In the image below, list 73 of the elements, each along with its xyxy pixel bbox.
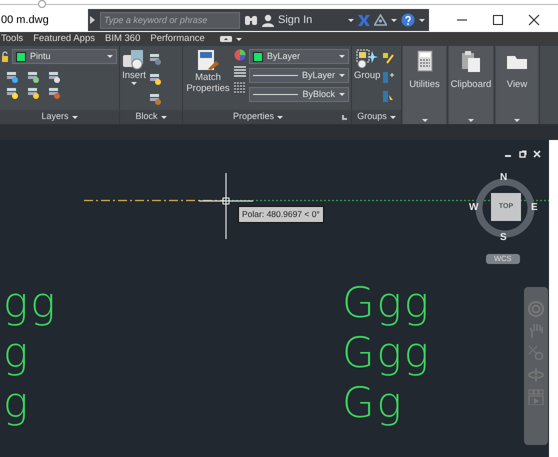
insert-block-icon	[122, 49, 146, 71]
sign-in-link[interactable]: Sign In	[278, 12, 312, 28]
selection-handle-icon	[37, 0, 47, 8]
ribbon-panel-button[interactable]: Utilities	[403, 46, 446, 124]
caret-icon	[468, 119, 474, 122]
block-edit-icon[interactable]	[149, 53, 162, 65]
user-icon[interactable]	[262, 14, 274, 26]
drawing-text: Gg	[342, 382, 404, 424]
color-value: ByLayer	[267, 50, 300, 63]
caret-icon[interactable]	[339, 55, 345, 58]
help-icon[interactable]	[401, 13, 415, 27]
lineweight-value: ByBlock	[302, 88, 335, 101]
color-wheel-icon	[234, 49, 246, 61]
binoculars-icon[interactable]	[244, 14, 258, 26]
match-properties-button[interactable]: Match Properties	[185, 49, 231, 107]
clipboard-icon	[460, 50, 482, 72]
caret-icon	[422, 119, 428, 122]
caret-icon[interactable]	[107, 55, 113, 58]
caret-icon[interactable]	[72, 116, 78, 118]
layer-stack-icon[interactable]	[48, 87, 61, 99]
ribbon-tab[interactable]: Tools	[0, 32, 32, 46]
layer-stack-icon[interactable]	[48, 71, 61, 83]
compass-label: N	[500, 171, 508, 185]
linetype-value: ByLayer	[302, 68, 335, 82]
drawing-text: g	[3, 332, 30, 374]
insert-button[interactable]: Insert	[122, 49, 146, 107]
compass-label: S	[500, 231, 507, 245]
restore-icon[interactable]	[519, 150, 527, 158]
caret-icon[interactable]	[419, 18, 425, 22]
drawing-text: gg	[3, 282, 58, 324]
compass-label: E	[531, 201, 538, 215]
expand-arrow-icon[interactable]	[90, 16, 96, 24]
layer-tool-icon[interactable]	[6, 71, 19, 83]
file-name: 00 m.dwg	[0, 12, 50, 28]
caret-icon[interactable]	[391, 18, 397, 22]
compass-label: W	[469, 201, 478, 215]
caret-icon[interactable]	[236, 38, 242, 40]
color-dropdown[interactable]: ByLayer	[249, 49, 349, 64]
layer-name: Pintu	[30, 50, 51, 63]
linetype-dropdown[interactable]: ByLayer	[249, 68, 349, 83]
linetype-icon	[234, 81, 246, 93]
drawing-text: g	[3, 382, 30, 424]
match-properties-icon	[196, 49, 220, 73]
caret-icon[interactable]	[339, 93, 345, 96]
layer-tool-icon[interactable]	[6, 87, 19, 99]
drawing-text: Ggg	[342, 282, 431, 324]
drawing-text: Ggg	[342, 332, 431, 374]
triangle-logo-icon[interactable]	[374, 14, 387, 26]
polar-tooltip: Polar: 480.9697 < 0°	[238, 206, 324, 223]
group-icon	[356, 49, 378, 71]
ribbon-tab[interactable]: Featured Apps	[32, 32, 104, 46]
caret-icon	[514, 119, 520, 122]
lineweight-dropdown[interactable]: ByBlock	[249, 87, 349, 102]
maximize-icon[interactable]	[491, 14, 505, 26]
ribbon-panel-button[interactable]: View	[496, 46, 538, 124]
lineweight-icon	[234, 65, 246, 77]
caret-icon[interactable]	[160, 116, 166, 118]
ribbon-panel-button[interactable]: Clipboard	[449, 46, 493, 124]
caret-icon[interactable]	[277, 116, 284, 118]
caret-icon[interactable]	[348, 18, 354, 22]
group-edit-icon[interactable]	[383, 53, 394, 64]
ribbon-tab[interactable]: BIM 360	[104, 32, 150, 46]
caret-icon[interactable]	[390, 116, 396, 118]
caret-icon	[131, 82, 137, 85]
close-icon[interactable]	[527, 14, 541, 26]
search-field[interactable]: Type a keyword or phrase	[100, 12, 240, 28]
caret-icon[interactable]	[339, 74, 345, 77]
ribbon-tab[interactable]: Performance	[149, 32, 214, 46]
group-button[interactable]: Group	[354, 49, 380, 107]
dialog-launcher-icon[interactable]	[342, 114, 347, 120]
lock-icon	[2, 50, 8, 62]
layer-dropdown[interactable]: Pintu	[12, 49, 117, 64]
panel-toggle-icon[interactable]	[220, 36, 232, 42]
